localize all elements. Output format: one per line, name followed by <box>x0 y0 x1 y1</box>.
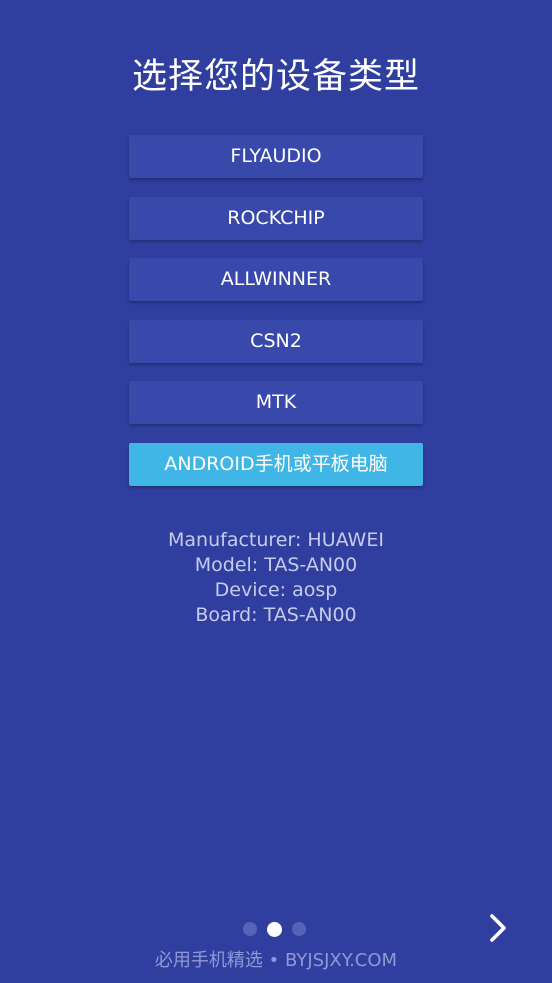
page-indicator <box>243 921 316 937</box>
next-button[interactable] <box>478 906 518 950</box>
option-android-button[interactable]: ANDROID手机或平板电脑 <box>129 442 423 486</box>
option-mtk-button[interactable]: MTK <box>129 381 423 424</box>
page-dot-3 <box>292 922 306 936</box>
page-dot-2 <box>267 921 282 937</box>
model-text: Model: TAS-AN00 <box>194 554 358 576</box>
page-title: 选择您的设备类型 <box>131 57 420 97</box>
device-info: Manufacturer: HUAWEI Model: TAS-AN00 Dev… <box>0 528 552 628</box>
option-allwinner-button[interactable]: ALLWINNER <box>129 258 423 301</box>
option-flyaudio-button[interactable]: FLYAUDIO <box>129 135 423 178</box>
chevron-right-icon <box>490 914 506 942</box>
option-rockchip-button[interactable]: ROCKCHIP <box>129 196 423 240</box>
footer-watermark: 必用手机精选 • BYJSJXY.COM <box>154 950 398 971</box>
manufacturer-text: Manufacturer: HUAWEI <box>168 529 384 551</box>
page-dot-1 <box>243 922 257 936</box>
board-text: Board: TAS-AN00 <box>195 604 357 626</box>
device-text: Device: aosp <box>214 579 338 601</box>
device-type-options: FLYAUDIO ROCKCHIP ALLWINNER CSN2 MTK AND… <box>129 135 423 504</box>
option-csn2-button[interactable]: CSN2 <box>129 319 423 363</box>
